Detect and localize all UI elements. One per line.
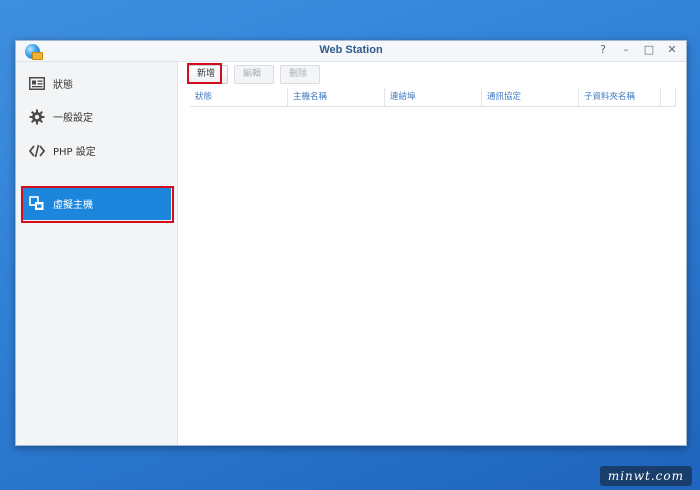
- help-icon[interactable]: ?: [597, 43, 609, 57]
- edit-button[interactable]: 編輯: [234, 65, 274, 84]
- title-bar[interactable]: Web Station ? – □ ✕: [16, 41, 686, 62]
- sidebar-item-virtual-host[interactable]: 虛擬主機: [22, 187, 171, 220]
- sidebar-item-label: 虛擬主機: [53, 200, 93, 211]
- main-panel: 新增 編輯 刪除 狀態 主機名稱 連結埠 通訊協定 子資料夾名稱: [178, 62, 686, 445]
- window-title: Web Station: [319, 44, 383, 56]
- table-header: 狀態 主機名稱 連結埠 通訊協定 子資料夾名稱: [190, 88, 676, 107]
- minimize-icon[interactable]: –: [620, 43, 632, 57]
- column-header-protocol[interactable]: 通訊協定: [482, 88, 579, 106]
- sidebar-item-label: 一般設定: [53, 113, 93, 124]
- status-card-icon: [28, 75, 46, 93]
- column-header-spacer: [661, 88, 676, 106]
- new-button[interactable]: 新增: [188, 65, 228, 84]
- sidebar-item-general-settings[interactable]: 一般設定: [22, 100, 171, 133]
- sidebar-item-php-settings[interactable]: PHP 設定: [22, 134, 171, 167]
- column-header-hostname[interactable]: 主機名稱: [288, 88, 385, 106]
- column-header-subfolder[interactable]: 子資料夾名稱: [579, 88, 661, 106]
- virtual-host-icon: [28, 195, 46, 213]
- toolbar: 新增 編輯 刪除: [188, 65, 320, 84]
- watermark: minwt.com: [599, 466, 692, 486]
- delete-button[interactable]: 刪除: [280, 65, 320, 84]
- column-header-status[interactable]: 狀態: [190, 88, 288, 106]
- code-icon: [28, 142, 46, 160]
- column-header-port[interactable]: 連結埠: [385, 88, 482, 106]
- sidebar-item-label: 狀態: [53, 80, 73, 91]
- gear-icon: [28, 108, 46, 126]
- maximize-icon[interactable]: □: [643, 43, 655, 57]
- web-station-window: Web Station ? – □ ✕ 狀態 一般設定 PHP 設定 虛擬主機 …: [15, 40, 687, 446]
- sidebar: 狀態 一般設定 PHP 設定 虛擬主機: [16, 62, 178, 445]
- sidebar-item-status[interactable]: 狀態: [22, 67, 171, 100]
- close-icon[interactable]: ✕: [666, 43, 678, 57]
- sidebar-item-label: PHP 設定: [53, 147, 96, 158]
